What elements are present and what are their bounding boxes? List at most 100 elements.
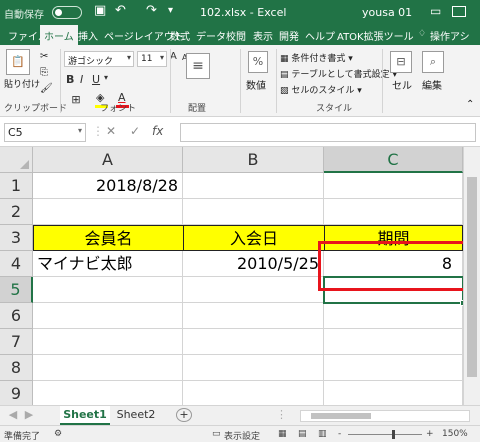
cell-b3[interactable]: 入会日 — [183, 225, 325, 251]
cell-b2[interactable] — [183, 199, 324, 225]
formula-input[interactable] — [180, 123, 476, 142]
row-header-2[interactable]: 2 — [0, 199, 33, 225]
tab-formulas[interactable]: 数式 — [170, 28, 190, 43]
tab-developer[interactable]: 開発 — [279, 28, 299, 43]
percent-icon[interactable]: % — [248, 51, 268, 73]
cell-a7[interactable] — [33, 329, 183, 355]
cell-b6[interactable] — [183, 303, 324, 329]
search-icon[interactable]: ⌕ — [422, 51, 444, 73]
italic-button[interactable]: I — [80, 73, 83, 86]
alignment-icon[interactable]: ≡ — [186, 53, 210, 79]
column-header-c[interactable]: C — [324, 147, 463, 173]
tab-insert[interactable]: 挿入 — [78, 28, 98, 43]
row-header-6[interactable]: 6 — [0, 303, 33, 329]
cut-icon[interactable]: ✂ — [40, 51, 48, 62]
undo-icon[interactable]: ↶ — [115, 3, 126, 18]
tab-data[interactable]: データ — [196, 28, 226, 43]
restore-window-icon[interactable] — [452, 6, 466, 17]
font-size-combo[interactable]: 11 ▾ — [137, 51, 167, 67]
cell-a4[interactable]: マイナビ太郎 — [33, 251, 183, 277]
redo-icon[interactable]: ↷ — [146, 3, 157, 18]
sheet-tab-sheet2[interactable]: Sheet2 — [112, 406, 160, 425]
cell-b5[interactable] — [183, 277, 324, 303]
format-painter-icon[interactable]: 🖌 — [40, 83, 53, 94]
name-box[interactable]: C5 ▾ — [4, 123, 86, 142]
customize-quick-access-icon[interactable]: ▾ — [168, 5, 173, 16]
cell-a9[interactable] — [33, 381, 183, 405]
underline-button[interactable]: U — [92, 73, 100, 86]
cell-b9[interactable] — [183, 381, 324, 405]
cell-a6[interactable] — [33, 303, 183, 329]
scrollbar-thumb[interactable] — [311, 413, 371, 419]
cells-label[interactable]: セル — [392, 77, 412, 92]
copy-icon[interactable]: ⎘ — [40, 67, 48, 78]
display-settings-icon[interactable]: ▭ — [212, 429, 221, 439]
zoom-level[interactable]: 150% — [442, 429, 468, 439]
display-settings-label[interactable]: 表示設定 — [224, 429, 260, 442]
autosave-toggle[interactable] — [52, 6, 82, 19]
cells-icon[interactable]: ⊟ — [390, 51, 412, 73]
zoom-slider[interactable] — [348, 434, 422, 435]
column-header-b[interactable]: B — [183, 147, 324, 173]
chevron-down-icon[interactable]: ▾ — [104, 73, 108, 82]
cell-a2[interactable] — [33, 199, 183, 225]
tab-home[interactable]: ホーム — [40, 25, 78, 45]
cell-c8[interactable] — [324, 355, 463, 381]
increase-font-size-icon[interactable]: A — [170, 51, 177, 62]
zoom-slider-thumb[interactable] — [392, 430, 395, 439]
row-header-3[interactable]: 3 — [0, 225, 33, 251]
row-header-5[interactable]: 5 — [0, 277, 33, 303]
cell-c1[interactable] — [324, 173, 463, 199]
tab-review[interactable]: 校閲 — [226, 28, 246, 43]
page-layout-view-icon[interactable]: ▤ — [298, 429, 307, 439]
select-all-button[interactable] — [0, 147, 33, 173]
paste-icon[interactable]: 📋 — [6, 49, 30, 75]
tab-tell-me[interactable]: 操作アシ — [430, 28, 470, 43]
normal-view-icon[interactable]: ▦ — [278, 429, 287, 439]
scroll-left-icon[interactable]: ◀ — [6, 406, 20, 425]
cell-a8[interactable] — [33, 355, 183, 381]
conditional-format-button[interactable]: ▦ 条件付き書式 ▾ — [280, 51, 353, 64]
insert-function-icon[interactable]: fx — [152, 124, 163, 138]
horizontal-scrollbar[interactable] — [300, 410, 470, 422]
cancel-icon[interactable]: ✕ — [106, 124, 116, 138]
ribbon-display-options-icon[interactable]: ▭ — [430, 4, 441, 18]
cell-c9[interactable] — [324, 381, 463, 405]
tab-atok-tools[interactable]: ATOK拡張ツール — [337, 28, 414, 43]
paste-button-label[interactable]: 貼り付け — [4, 77, 40, 90]
font-name-combo[interactable]: 游ゴシック ▾ — [64, 51, 134, 67]
zoom-out-button[interactable]: - — [338, 429, 341, 439]
scroll-right-icon[interactable]: ▶ — [22, 406, 36, 425]
cell-c7[interactable] — [324, 329, 463, 355]
user-name[interactable]: yousa 01 — [362, 6, 412, 19]
cell-a1[interactable]: 2018/8/28 — [33, 173, 183, 199]
accessibility-icon[interactable]: ⚙ — [54, 429, 62, 439]
enter-icon[interactable]: ✓ — [130, 124, 140, 138]
scrollbar-thumb[interactable] — [467, 177, 477, 377]
vertical-scrollbar[interactable] — [463, 147, 480, 405]
column-header-a[interactable]: A — [33, 147, 183, 173]
row-header-4[interactable]: 4 — [0, 251, 33, 277]
number-format-label[interactable]: 数値 — [246, 77, 266, 92]
borders-icon[interactable]: ⊞ — [70, 93, 82, 106]
cell-c2[interactable] — [324, 199, 463, 225]
row-header-7[interactable]: 7 — [0, 329, 33, 355]
format-as-table-button[interactable]: ▤ テーブルとして書式設定 ▾ — [280, 67, 397, 80]
zoom-in-button[interactable]: + — [426, 429, 434, 439]
cell-b1[interactable] — [183, 173, 324, 199]
cell-c6[interactable] — [324, 303, 463, 329]
cell-b4[interactable]: 2010/5/25 — [183, 251, 324, 277]
cell-a5[interactable] — [33, 277, 183, 303]
tab-help[interactable]: ヘルプ — [305, 28, 335, 43]
cell-b7[interactable] — [183, 329, 324, 355]
tab-view[interactable]: 表示 — [253, 28, 273, 43]
add-sheet-button[interactable]: + — [176, 408, 192, 422]
save-icon[interactable]: ▣ — [94, 3, 106, 18]
cell-b8[interactable] — [183, 355, 324, 381]
sheet-tab-sheet1[interactable]: Sheet1 — [60, 406, 110, 425]
collapse-ribbon-icon[interactable]: ⌃ — [466, 99, 474, 110]
bold-button[interactable]: B — [66, 73, 74, 86]
row-header-1[interactable]: 1 — [0, 173, 33, 199]
cell-a3[interactable]: 会員名 — [33, 225, 184, 251]
cell-styles-button[interactable]: ▧ セルのスタイル ▾ — [280, 83, 362, 96]
